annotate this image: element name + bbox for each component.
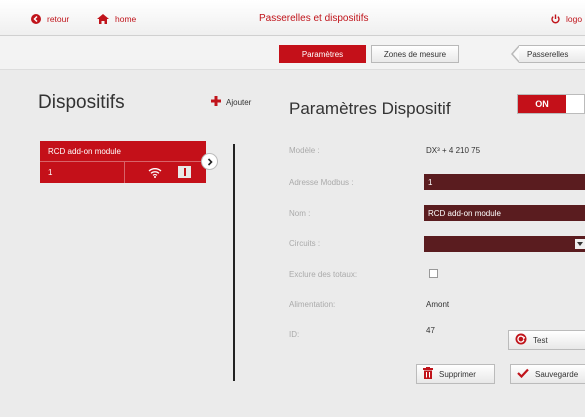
add-device-label: Ajouter <box>226 97 252 107</box>
test-button[interactable]: Test <box>508 330 585 350</box>
delete-label: Supprimer <box>439 369 476 379</box>
name-input[interactable]: RCD add-on module <box>424 205 585 221</box>
wifi-icon <box>148 165 162 183</box>
card-vertical-divider <box>124 162 125 183</box>
power-value: Amont <box>426 300 450 309</box>
model-label: Modèle : <box>289 146 320 155</box>
plus-icon <box>211 96 221 108</box>
checkmark-icon <box>517 368 529 380</box>
save-button[interactable]: Sauvegarde <box>510 364 585 384</box>
chevron-right-icon[interactable] <box>201 153 218 170</box>
back-label: retour <box>47 14 70 24</box>
id-label: ID: <box>289 330 300 339</box>
alert-icon <box>178 166 191 178</box>
circuits-label: Circuits : <box>289 239 321 248</box>
model-value: DX³ + 4 210 75 <box>426 146 481 155</box>
test-label: Test <box>533 335 548 345</box>
save-label: Sauvegarde <box>535 369 579 379</box>
tab-zones-de-mesure[interactable]: Zones de mesure <box>371 45 459 63</box>
page-title: Passerelles et dispositifs <box>259 13 369 24</box>
circuits-select[interactable] <box>424 236 585 252</box>
trash-icon <box>423 367 433 381</box>
home-icon <box>97 14 109 24</box>
card-divider <box>40 161 206 162</box>
logout-label: logo <box>566 14 583 24</box>
panel-divider <box>233 144 235 381</box>
device-card[interactable]: RCD add-on module 1 <box>40 141 206 183</box>
form-title: Paramètres Dispositif <box>289 99 451 118</box>
chevron-down-icon[interactable] <box>575 239 585 249</box>
tab-passerelles[interactable]: Passerelles <box>519 45 585 63</box>
power-icon <box>551 14 560 24</box>
id-value: 47 <box>426 326 435 335</box>
delete-button[interactable]: Supprimer <box>416 364 495 384</box>
modbus-address-input[interactable]: 1 <box>424 174 585 190</box>
modbus-label: Adresse Modbus : <box>289 178 354 187</box>
name-label: Nom : <box>289 209 311 218</box>
device-number: 1 <box>48 168 53 177</box>
toggle-on-label: ON <box>518 95 566 113</box>
exclude-label: Exclure des totaux: <box>289 270 358 279</box>
refresh-icon <box>515 333 527 347</box>
add-device-button[interactable]: Ajouter <box>211 96 251 108</box>
devices-title: Dispositifs <box>38 92 125 113</box>
back-button[interactable]: retour <box>31 14 69 24</box>
back-arrow-icon <box>31 14 41 24</box>
enable-toggle[interactable]: ON <box>517 94 585 114</box>
logout-button[interactable]: logo <box>551 14 582 24</box>
power-label: Alimentation: <box>289 300 336 309</box>
device-name: RCD add-on module <box>48 147 121 156</box>
exclude-checkbox[interactable] <box>429 269 438 278</box>
home-button[interactable]: home <box>97 14 136 24</box>
home-label: home <box>115 14 137 24</box>
tab-parametres[interactable]: Paramètres <box>279 45 366 63</box>
